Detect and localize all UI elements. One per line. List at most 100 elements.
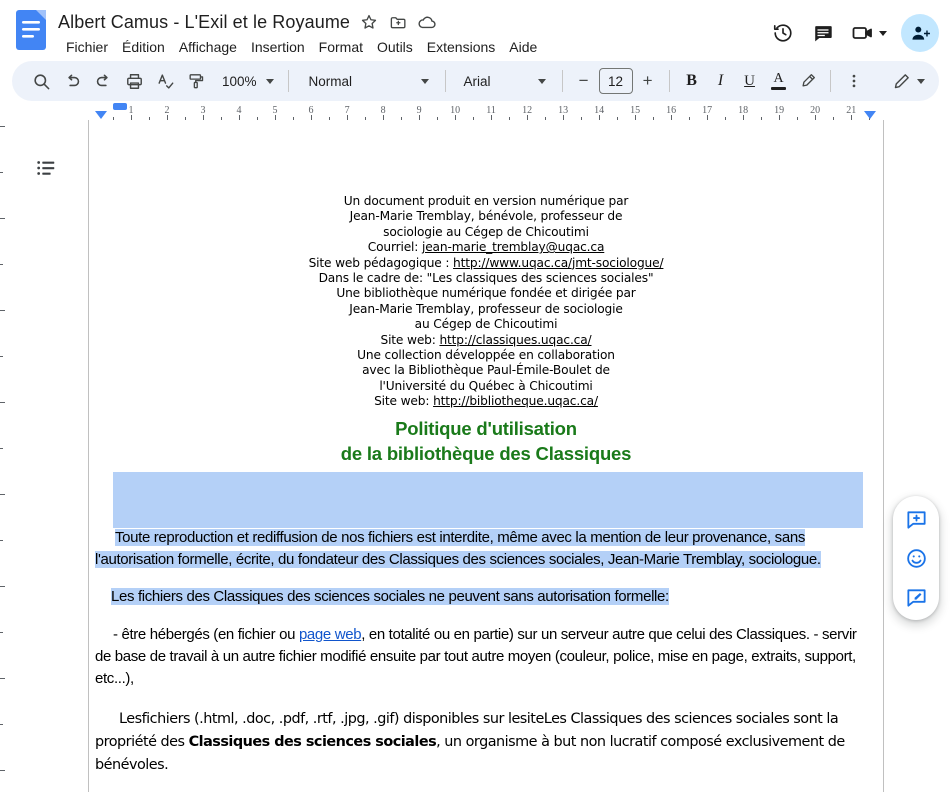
ruler-number: 1 [128, 105, 134, 116]
video-camera-icon[interactable] [845, 15, 881, 51]
font-family-select[interactable]: Arial [454, 66, 554, 96]
menu-extensions[interactable]: Extensions [420, 37, 502, 57]
menu-outils[interactable]: Outils [370, 37, 420, 57]
text-color-label: A [773, 71, 784, 86]
share-person-add-icon[interactable] [901, 14, 939, 52]
cover-line: au Cégep de Chicoutimi [414, 317, 558, 332]
cover-line: Une collection développée en collaborati… [357, 348, 615, 363]
redo-icon[interactable] [88, 66, 118, 96]
print-icon[interactable] [119, 66, 149, 96]
paragraph-2[interactable]: Les fichiers des Classiques des sciences… [95, 586, 863, 608]
highlight-pen-icon[interactable] [794, 67, 822, 95]
selected-empty-block[interactable] [89, 471, 883, 528]
bold-button[interactable]: B [678, 67, 706, 95]
ruler-number: 9 [416, 105, 422, 116]
cover-line: Une bibliothèque numérique fondée et dir… [336, 286, 636, 301]
underline-button[interactable]: U [736, 67, 764, 95]
cover-line: l'Université du Québec à Chicoutimi [379, 378, 593, 393]
right-indent-marker[interactable] [864, 111, 876, 119]
bold-label: B [686, 72, 697, 89]
first-line-indent-marker[interactable] [113, 103, 127, 110]
underline-label: U [744, 72, 755, 89]
comment-history-icon[interactable] [805, 15, 841, 51]
menu-affichage[interactable]: Affichage [172, 37, 244, 57]
left-indent-marker[interactable] [95, 111, 107, 119]
horizontal-ruler[interactable]: 1 2 3 4 5 6 7 8 9 10 11 12 13 14 15 16 17 18 19 20 21 [0, 102, 951, 120]
menu-fichier[interactable]: Fichier [59, 37, 115, 57]
courriel-label: Courriel: [367, 240, 422, 255]
page-web-link[interactable]: page web [299, 626, 362, 643]
zoom-select[interactable]: 100% [212, 66, 280, 96]
toolbar-divider [287, 70, 289, 92]
vertical-ruler-tick [0, 172, 3, 173]
paragraph-4[interactable]: Lesfichiers (.html, .doc, .pdf, .rtf, .j… [95, 708, 853, 777]
site-web-classiques-link[interactable]: http://classiques.uqac.ca/ [439, 333, 591, 347]
increase-font-size-button[interactable]: + [635, 68, 661, 94]
italic-button[interactable]: I [707, 67, 735, 95]
emoji-reaction-icon[interactable] [898, 540, 934, 576]
toolbar-divider [829, 70, 831, 92]
toolbar-divider [444, 70, 446, 92]
vertical-ruler-tick [0, 678, 5, 679]
ruler-track: 1 2 3 4 5 6 7 8 9 10 11 12 13 14 15 16 17 18 19 20 21 [95, 102, 871, 120]
document-body[interactable]: Un document produit en version numérique… [89, 194, 883, 777]
zoom-value: 100% [222, 73, 257, 89]
paragraph-style-value: Normal [308, 73, 353, 89]
spellcheck-icon[interactable] [150, 66, 180, 96]
vertical-ruler-tick [0, 264, 3, 265]
site-web-classiques-label: Site web: [380, 332, 440, 347]
star-outline-icon[interactable] [359, 12, 379, 32]
ruler-number: 5 [272, 105, 278, 116]
paragraph-3[interactable]: - être hébergés (en fichier ou page web,… [95, 624, 861, 690]
cloud-saved-icon[interactable] [417, 12, 437, 32]
floating-action-bar [893, 496, 939, 620]
site-web-pedagogique-link[interactable]: http://www.uqac.ca/jmt-sociologue/ [453, 256, 664, 270]
suggest-edit-icon[interactable] [898, 579, 934, 615]
vertical-ruler-tick [0, 632, 3, 633]
ruler-number: 4 [236, 105, 242, 116]
chevron-down-icon [265, 78, 274, 84]
vertical-ruler-tick [0, 586, 5, 587]
decrease-font-size-button[interactable]: − [571, 68, 597, 94]
add-comment-icon[interactable] [898, 501, 934, 537]
editing-pencil-icon[interactable] [886, 66, 916, 96]
courriel-link[interactable]: jean-marie_tremblay@uqac.ca [422, 240, 604, 254]
editing-mode-chevron-down-icon[interactable] [917, 78, 925, 84]
menu-edition[interactable]: Édition [115, 37, 172, 57]
text-color-button[interactable]: A [765, 67, 793, 95]
title-row: Albert Camus - L'Exil et le Royaume [58, 8, 765, 36]
site-web-bibliotheque-link[interactable]: http://bibliotheque.uqac.ca/ [433, 394, 598, 408]
page-title-line-1: Politique d'utilisation [395, 417, 577, 439]
toolbar-divider [668, 70, 670, 92]
document-page[interactable]: Un document produit en version numérique… [88, 120, 884, 792]
app-header: Albert Camus - L'Exil et le Royaume Fich [0, 0, 951, 60]
page-title-line-2: de la bibliothèque des Classiques [340, 442, 632, 464]
document-title[interactable]: Albert Camus - L'Exil et le Royaume [58, 12, 350, 33]
search-icon[interactable] [26, 66, 56, 96]
ruler-number: 16 [666, 105, 677, 116]
cover-line: Jean-Marie Tremblay, professeur de socio… [349, 301, 623, 316]
menu-format[interactable]: Format [312, 37, 370, 57]
ruler-number: 6 [308, 105, 314, 116]
version-history-icon[interactable] [765, 15, 801, 51]
paragraph-4-wrap: Lesfichiers (.html, .doc, .pdf, .rtf, .j… [89, 708, 883, 777]
toolbar-divider [561, 70, 563, 92]
cover-block-3: Une collection développée en collaborati… [89, 348, 883, 410]
paragraph-style-select[interactable]: Normal [297, 66, 437, 96]
more-options-vertical-dots-icon[interactable] [839, 66, 869, 96]
move-to-folder-icon[interactable] [388, 12, 408, 32]
menu-aide[interactable]: Aide [502, 37, 544, 57]
menu-insertion[interactable]: Insertion [244, 37, 312, 57]
ruler-number: 7 [344, 105, 350, 116]
paragraph-1[interactable]: Toute reproduction et rediffusion de nos… [95, 527, 863, 571]
undo-icon[interactable] [57, 66, 87, 96]
font-size-input[interactable]: 12 [598, 68, 633, 94]
paint-format-icon[interactable] [181, 66, 211, 96]
google-docs-icon[interactable] [16, 10, 48, 52]
ruler-number: 8 [380, 105, 386, 116]
vertical-ruler-tick [0, 770, 5, 771]
vertical-ruler[interactable] [0, 120, 12, 792]
meet-options-chevron-down-icon[interactable] [879, 30, 887, 36]
ruler-number: 18 [738, 105, 749, 116]
document-outline-icon[interactable] [30, 152, 62, 184]
